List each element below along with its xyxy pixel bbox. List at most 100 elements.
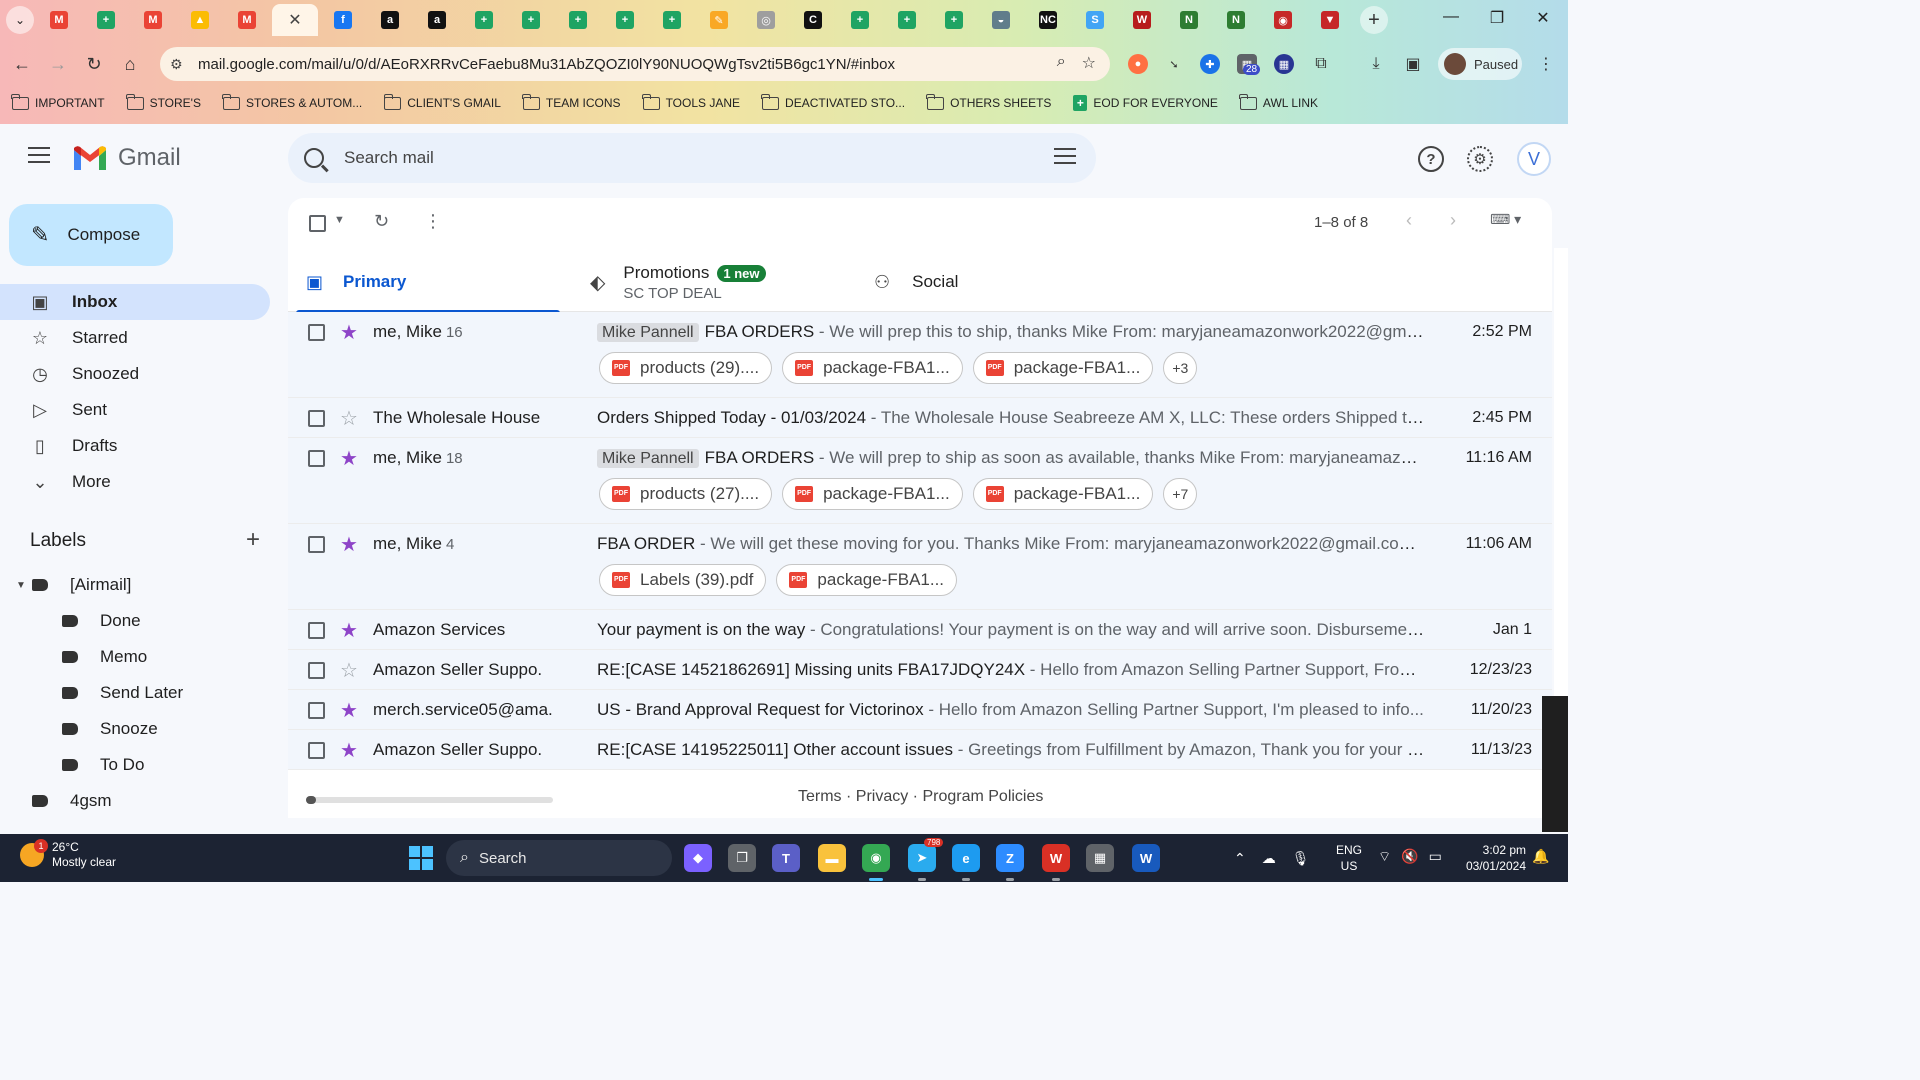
browser-tab[interactable]: +: [885, 4, 929, 36]
mail-row[interactable]: ★ me, Mike 16 Mike Pannell FBA ORDERS - We w…: [288, 312, 1552, 398]
attachment-chip[interactable]: PDF products (29)....: [599, 352, 773, 384]
grid-ext-icon[interactable]: ▦: [1274, 54, 1294, 74]
star-icon[interactable]: ☆: [340, 406, 358, 431]
star-icon[interactable]: ★: [340, 738, 358, 763]
mail-row[interactable]: ☆ Amazon Seller Suppo. RE:[CASE 1452186269…: [288, 650, 1552, 690]
edge-app-icon[interactable]: e: [952, 844, 980, 872]
settings-gear-icon[interactable]: ⚙: [1467, 146, 1493, 172]
search-icon[interactable]: [304, 148, 324, 168]
label-item[interactable]: To Do: [0, 747, 270, 783]
star-icon[interactable]: ★: [340, 532, 358, 557]
account-avatar[interactable]: V: [1517, 142, 1551, 176]
home-button[interactable]: ⌂: [112, 46, 148, 82]
teams-app-icon[interactable]: T: [772, 844, 800, 872]
bookmark-star-icon[interactable]: ☆: [1082, 53, 1096, 73]
bookmark-item[interactable]: IMPORTANT: [11, 93, 105, 110]
browser-tab[interactable]: +: [556, 4, 600, 36]
browser-tab[interactable]: ◎: [744, 4, 788, 36]
attachment-chip[interactable]: PDF package-FBA1...: [776, 564, 958, 596]
compose-button[interactable]: ✎ Compose: [9, 204, 173, 266]
sidebar-item-snoozed[interactable]: ◷ Snoozed: [0, 356, 270, 392]
label-item[interactable]: Memo: [0, 639, 270, 675]
browser-tab[interactable]: a: [368, 4, 412, 36]
browser-tab[interactable]: M: [37, 4, 81, 36]
help-icon[interactable]: ?: [1418, 146, 1444, 172]
main-menu-icon[interactable]: [28, 147, 50, 168]
clock[interactable]: 3:02 pm 03/01/2024: [1456, 842, 1526, 874]
label-item[interactable]: Snooze: [0, 711, 270, 747]
mail-label-chip[interactable]: Mike Pannell: [597, 449, 699, 468]
attachment-chip[interactable]: PDF package-FBA1...: [782, 478, 963, 510]
attachment-chip[interactable]: PDF package-FBA1...: [972, 352, 1154, 384]
start-windows-icon[interactable]: [409, 846, 433, 870]
browser-tab[interactable]: +: [838, 4, 882, 36]
puzzle-blue-ext-icon[interactable]: ✚: [1200, 54, 1220, 74]
address-bar[interactable]: ⚙ mail.google.com/mail/u/0/d/AEoRXRRvCeF…: [160, 47, 1110, 81]
copilot-app-icon[interactable]: ◆: [684, 844, 712, 872]
row-checkbox[interactable]: [308, 742, 325, 759]
bookmark-item[interactable]: + EOD FOR EVERYONE: [1073, 95, 1218, 111]
star-icon[interactable]: ★: [340, 698, 358, 723]
search-bar[interactable]: Search mail: [288, 133, 1096, 183]
create-label-plus-icon[interactable]: +: [246, 528, 260, 552]
browser-tab[interactable]: M: [225, 4, 269, 36]
extensions-puzzle-icon[interactable]: ⧉: [1311, 54, 1331, 74]
sidebar-item-more[interactable]: ⌄ More: [0, 464, 270, 500]
notification-bell-icon[interactable]: 🔔: [1532, 848, 1549, 865]
row-checkbox[interactable]: [308, 410, 325, 427]
more-actions-icon[interactable]: ⋮: [424, 211, 442, 232]
attachment-chip[interactable]: PDF products (27)....: [599, 478, 773, 510]
language-indicator[interactable]: ENG US: [1336, 842, 1362, 874]
browser-tab[interactable]: +: [462, 4, 506, 36]
row-checkbox[interactable]: [308, 324, 325, 341]
bookmark-item[interactable]: STORE'S: [125, 93, 201, 110]
site-info-icon[interactable]: ⚙: [170, 56, 198, 73]
reload-button[interactable]: ↻: [76, 46, 112, 82]
zoom-app-icon[interactable]: Z: [996, 844, 1024, 872]
footer-links[interactable]: Terms · Privacy · Program Policies: [798, 788, 1043, 806]
tab-social[interactable]: ⚇ Social: [874, 252, 1114, 312]
star-icon[interactable]: ★: [340, 446, 358, 471]
profile-button[interactable]: Paused: [1438, 48, 1522, 80]
browser-menu-icon[interactable]: ⋮: [1536, 54, 1556, 74]
wps-app-icon[interactable]: W: [1042, 844, 1070, 872]
url-text[interactable]: mail.google.com/mail/u/0/d/AEoRXRRvCeFae…: [198, 56, 895, 73]
row-checkbox[interactable]: [308, 702, 325, 719]
newer-chevron-icon[interactable]: ‹: [1406, 210, 1412, 231]
browser-tab[interactable]: ▼: [1308, 4, 1352, 36]
browser-tab[interactable]: ◒: [979, 4, 1023, 36]
select-all-checkbox[interactable]: [309, 215, 326, 232]
close-window-button[interactable]: ✕: [1520, 8, 1566, 28]
side-panel-icon[interactable]: ▣: [1403, 54, 1423, 74]
mail-row[interactable]: ★ Amazon Services Your payment is on the w…: [288, 610, 1552, 650]
browser-tab[interactable]: ▲: [178, 4, 222, 36]
bookmark-item[interactable]: TOOLS JANE: [641, 93, 740, 110]
attachment-chip[interactable]: PDF package-FBA1...: [782, 352, 963, 384]
browser-tab[interactable]: ◉: [1261, 4, 1305, 36]
quick-settings[interactable]: ⌔ 🔇 ▭: [1378, 848, 1442, 866]
onedrive-cloud-icon[interactable]: ☁: [1262, 850, 1276, 867]
sidebar-item-drafts[interactable]: ▯ Drafts: [0, 428, 270, 464]
gmail-logo[interactable]: Gmail: [72, 144, 181, 172]
more-attachments-chip[interactable]: +3: [1163, 352, 1198, 384]
tray-chevron-icon[interactable]: ⌃: [1234, 850, 1246, 867]
bookmark-item[interactable]: TEAM ICONS: [522, 93, 621, 110]
vertical-scrollbar[interactable]: [1554, 248, 1568, 698]
browser-tab[interactable]: M: [131, 4, 175, 36]
bookmark-item[interactable]: DEACTIVATED STO...: [761, 93, 905, 110]
sidebar-item-sent[interactable]: ▷ Sent: [0, 392, 270, 428]
search-input[interactable]: Search mail: [344, 148, 434, 168]
browser-tab[interactable]: ✎: [697, 4, 741, 36]
browser-tab[interactable]: +: [650, 4, 694, 36]
telegram-app-icon[interactable]: ➤: [908, 844, 936, 872]
browser-tab[interactable]: f: [321, 4, 365, 36]
browser-tab[interactable]: ✕: [272, 4, 318, 36]
bookmark-item[interactable]: CLIENT'S GMAIL: [383, 93, 501, 110]
expand-caret-icon[interactable]: ▼: [16, 580, 32, 591]
tab-search-chevron-icon[interactable]: ⌄: [6, 6, 34, 34]
select-dropdown-icon[interactable]: ▼: [334, 214, 345, 226]
browser-tab[interactable]: C: [791, 4, 835, 36]
mail-row[interactable]: ★ Amazon Seller Suppo. RE:[CASE 1419522501…: [288, 730, 1552, 770]
zoom-icon[interactable]: ⌕: [1057, 53, 1066, 73]
more-attachments-chip[interactable]: +7: [1163, 478, 1198, 510]
